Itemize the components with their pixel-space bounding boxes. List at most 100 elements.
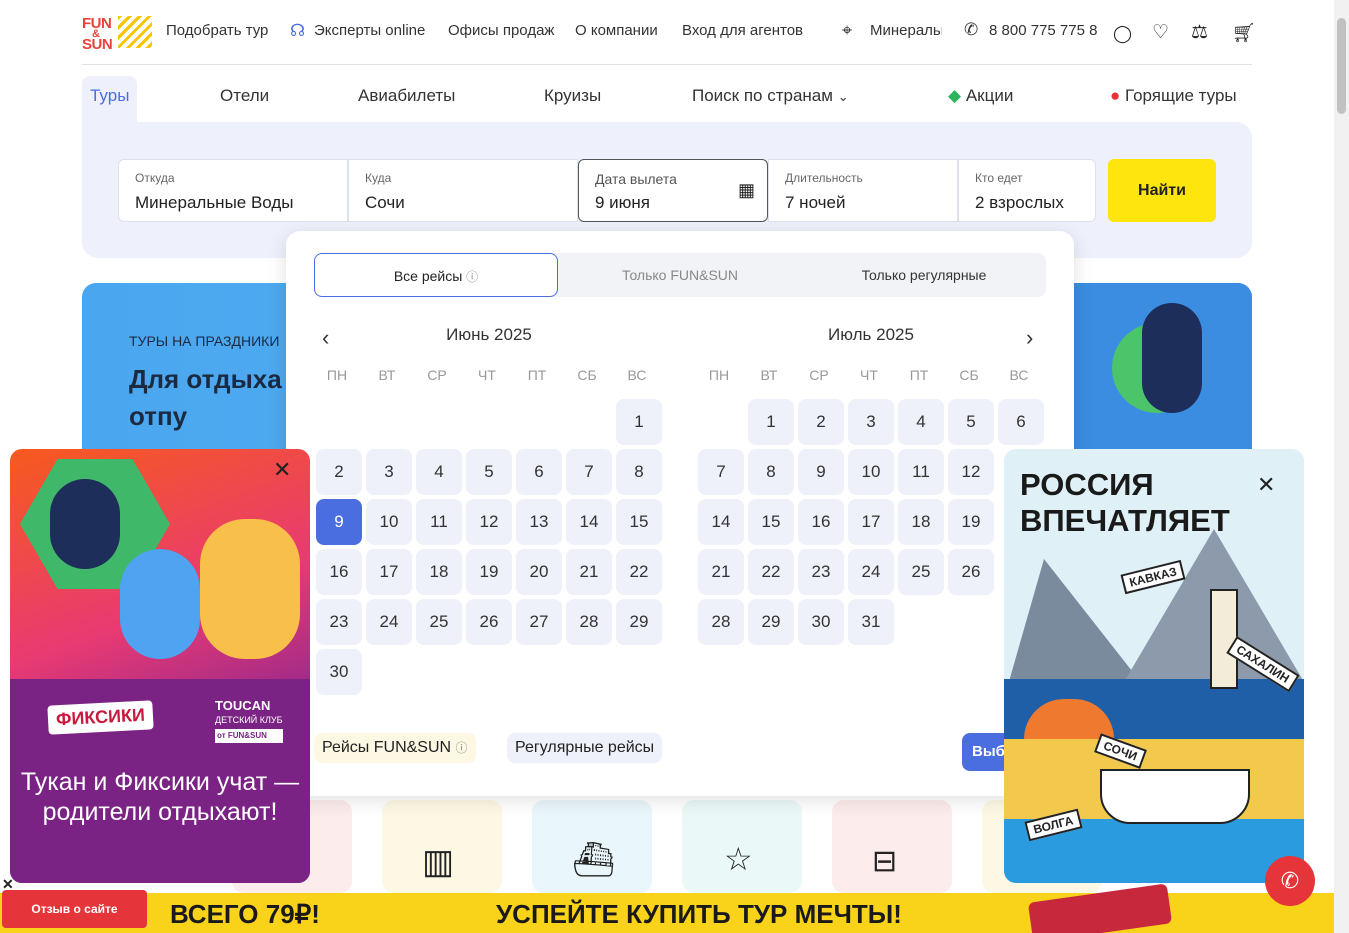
calendar-day[interactable]: 12: [948, 449, 994, 495]
calendar-day[interactable]: 15: [748, 499, 794, 545]
calendar-day[interactable]: 14: [566, 499, 612, 545]
calendar-day[interactable]: 8: [616, 449, 662, 495]
russia-popup[interactable]: РОССИЯ ВПЕЧАТЛЯЕТ ✕ КАВКАЗ САХАЛИН СОЧИ …: [1004, 449, 1304, 883]
calendar-day[interactable]: 9: [316, 499, 362, 545]
calendar-day[interactable]: 25: [898, 549, 944, 595]
feedback-button[interactable]: Отзыв о сайте: [2, 890, 147, 928]
calendar-day[interactable]: 26: [948, 549, 994, 595]
calendar-day[interactable]: 18: [416, 549, 462, 595]
calendar-day[interactable]: 21: [698, 549, 744, 595]
calendar-day[interactable]: 21: [566, 549, 612, 595]
calendar-day[interactable]: 31: [848, 599, 894, 645]
tab-hot-tours[interactable]: ● Горящие туры: [1110, 76, 1237, 122]
calendar-day[interactable]: 28: [566, 599, 612, 645]
heart-icon[interactable]: ♡: [1152, 21, 1169, 44]
date-field[interactable]: Дата вылета 9 июня ▦: [578, 159, 768, 222]
tab-cruises[interactable]: Круизы: [544, 76, 601, 122]
calendar-day[interactable]: 23: [798, 549, 844, 595]
calendar-day[interactable]: 19: [948, 499, 994, 545]
calendar-day[interactable]: 11: [898, 449, 944, 495]
nav-pick-tour[interactable]: Подобрать тур: [166, 22, 268, 39]
nav-agents[interactable]: Вход для агентов: [682, 22, 803, 39]
calendar-day[interactable]: 2: [798, 399, 844, 445]
calendar-day[interactable]: 1: [616, 399, 662, 445]
from-field[interactable]: Откуда Минеральные Воды: [118, 159, 348, 222]
call-button[interactable]: ✆: [1265, 856, 1315, 906]
sale-banner[interactable]: ВСЕГО 79₽! УСПЕЙТЕ КУПИТЬ ТУР МЕЧТЫ!: [0, 883, 1334, 933]
to-field[interactable]: Куда Сочи: [348, 159, 578, 222]
calendar-day[interactable]: 4: [416, 449, 462, 495]
scrollbar[interactable]: [1334, 0, 1349, 933]
find-button[interactable]: Найти: [1108, 159, 1216, 222]
calendar-day[interactable]: 8: [748, 449, 794, 495]
tab-promos[interactable]: ◆ Акции: [948, 76, 1013, 122]
calendar-day[interactable]: 24: [366, 599, 412, 645]
calendar-day[interactable]: 17: [848, 499, 894, 545]
calendar-day[interactable]: 29: [616, 599, 662, 645]
close-icon[interactable]: ✕: [1257, 474, 1275, 496]
category-card-business[interactable]: ⊟: [832, 800, 952, 893]
calendar-day[interactable]: 11: [416, 499, 462, 545]
calendar-day[interactable]: 29: [748, 599, 794, 645]
category-card-cruises[interactable]: ⛴: [532, 800, 652, 893]
segment-all-flights[interactable]: Все рейсы ⓘ: [314, 253, 558, 297]
calendar-day[interactable]: 4: [898, 399, 944, 445]
calendar-day[interactable]: 30: [798, 599, 844, 645]
cart-icon[interactable]: 🛒︎: [1232, 21, 1256, 45]
prev-month-icon[interactable]: ‹: [322, 325, 329, 351]
calendar-day[interactable]: 6: [516, 449, 562, 495]
tab-hotels[interactable]: Отели: [220, 76, 269, 122]
calendar-day[interactable]: 22: [616, 549, 662, 595]
calendar-day[interactable]: 28: [698, 599, 744, 645]
calendar-day[interactable]: 7: [566, 449, 612, 495]
calendar-day[interactable]: 27: [516, 599, 562, 645]
duration-field[interactable]: Длительность 7 ночей: [768, 159, 958, 222]
nav-offices[interactable]: Офисы продаж: [448, 22, 554, 39]
nav-about[interactable]: О компании: [575, 22, 658, 39]
calendar-day[interactable]: 3: [848, 399, 894, 445]
category-card-hotels[interactable]: ▥: [382, 800, 502, 893]
calendar-day[interactable]: 16: [798, 499, 844, 545]
calendar-day[interactable]: 14: [698, 499, 744, 545]
close-icon[interactable]: ✕: [273, 459, 291, 481]
phone-link[interactable]: ✆ 8 800 775 775 8: [964, 20, 1104, 42]
calendar-day[interactable]: 22: [748, 549, 794, 595]
calendar-day[interactable]: 16: [316, 549, 362, 595]
fixiki-popup[interactable]: ФИКСИКИ TOUCAN ДЕТСКИЙ КЛУБ от FUN&SUN Т…: [10, 449, 310, 883]
travelers-field[interactable]: Кто едет 2 взрослых: [958, 159, 1096, 222]
calendar-day[interactable]: 18: [898, 499, 944, 545]
calendar-day[interactable]: 2: [316, 449, 362, 495]
compare-icon[interactable]: ⚖: [1191, 21, 1208, 44]
calendar-day[interactable]: 12: [466, 499, 512, 545]
nav-experts[interactable]: Эксперты online: [314, 22, 425, 39]
segment-funsun-only[interactable]: Только FUN&SUN: [558, 253, 802, 297]
city-selector[interactable]: ⌖ Минеральные Воды: [842, 22, 942, 42]
calendar-day[interactable]: 17: [366, 549, 412, 595]
calendar-day[interactable]: 3: [366, 449, 412, 495]
calendar-day[interactable]: 30: [316, 649, 362, 695]
calendar-day[interactable]: 25: [416, 599, 462, 645]
calendar-day[interactable]: 5: [466, 449, 512, 495]
calendar-day[interactable]: 23: [316, 599, 362, 645]
next-month-icon[interactable]: ›: [1026, 325, 1033, 351]
calendar-day[interactable]: 5: [948, 399, 994, 445]
calendar-day[interactable]: 19: [466, 549, 512, 595]
calendar-day[interactable]: 1: [748, 399, 794, 445]
calendar-day[interactable]: 20: [516, 549, 562, 595]
calendar-day[interactable]: 7: [698, 449, 744, 495]
category-card-excursions[interactable]: ☆: [682, 800, 802, 893]
calendar-day[interactable]: 26: [466, 599, 512, 645]
tab-countries[interactable]: Поиск по странам ⌄: [692, 76, 849, 122]
user-icon[interactable]: ◯: [1113, 24, 1132, 44]
calendar-day[interactable]: 10: [366, 499, 412, 545]
calendar-day[interactable]: 6: [998, 399, 1044, 445]
tab-flights[interactable]: Авиабилеты: [358, 76, 455, 122]
calendar-day[interactable]: 13: [516, 499, 562, 545]
tab-tours[interactable]: Туры: [82, 76, 137, 122]
calendar-day[interactable]: 10: [848, 449, 894, 495]
calendar-day[interactable]: 15: [616, 499, 662, 545]
calendar-day[interactable]: 9: [798, 449, 844, 495]
logo[interactable]: FUN & SUN: [82, 16, 152, 52]
scrollbar-thumb[interactable]: [1337, 18, 1346, 114]
segment-regular-only[interactable]: Только регулярные: [802, 253, 1046, 297]
